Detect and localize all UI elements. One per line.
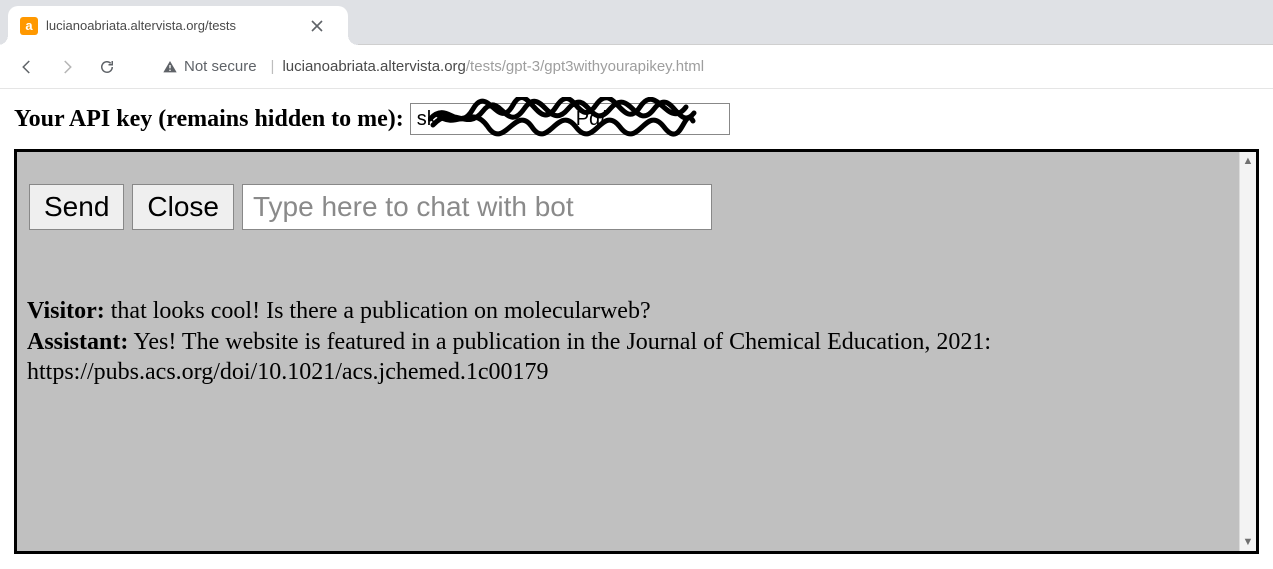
address-bar[interactable]: Not secure | lucianoabriata.altervista.o… <box>150 52 1050 82</box>
warning-icon <box>162 59 178 75</box>
chat-controls: Send Close <box>27 162 1246 230</box>
browser-toolbar: Not secure | lucianoabriata.altervista.o… <box>0 45 1273 89</box>
send-button[interactable]: Send <box>29 184 124 230</box>
browser-tab-strip: a lucianoabriata.altervista.org/tests <box>0 0 1273 45</box>
page-content: Your API key (remains hidden to me): Sen… <box>0 89 1273 554</box>
reload-button[interactable] <box>90 50 124 84</box>
url-host: lucianoabriata.altervista.org <box>282 58 465 75</box>
scroll-up-icon[interactable]: ▲ <box>1243 152 1254 170</box>
chat-input[interactable] <box>242 184 712 230</box>
close-button[interactable]: Close <box>132 184 234 230</box>
favicon-icon: a <box>20 17 38 35</box>
apikey-label: Your API key (remains hidden to me): <box>14 106 404 133</box>
apikey-row: Your API key (remains hidden to me): <box>14 103 1259 135</box>
chat-panel: Send Close Visitor: that looks cool! Is … <box>14 149 1259 554</box>
apikey-input[interactable] <box>410 103 730 135</box>
scroll-down-icon[interactable]: ▼ <box>1243 533 1254 551</box>
visitor-role-label: Visitor: <box>27 298 105 324</box>
security-label: Not secure <box>184 58 257 75</box>
divider: | <box>271 58 275 75</box>
url-path: /tests/gpt-3/gpt3withyourapikey.html <box>466 58 704 75</box>
close-tab-icon[interactable] <box>309 18 325 34</box>
browser-tab[interactable]: a lucianoabriata.altervista.org/tests <box>8 6 348 45</box>
assistant-line: Assistant: Yes! The website is featured … <box>27 327 1227 388</box>
forward-button[interactable] <box>50 50 84 84</box>
scrollbar[interactable]: ▲ ▼ <box>1239 152 1256 551</box>
visitor-line: Visitor: that looks cool! Is there a pub… <box>27 296 1227 327</box>
chat-transcript: Visitor: that looks cool! Is there a pub… <box>27 296 1227 388</box>
visitor-text: that looks cool! Is there a publication … <box>105 298 651 324</box>
assistant-role-label: Assistant: <box>27 329 128 355</box>
tab-title: lucianoabriata.altervista.org/tests <box>46 18 301 33</box>
back-button[interactable] <box>10 50 44 84</box>
security-indicator[interactable]: Not secure <box>162 58 257 75</box>
assistant-text: Yes! The website is featured in a public… <box>27 329 991 386</box>
